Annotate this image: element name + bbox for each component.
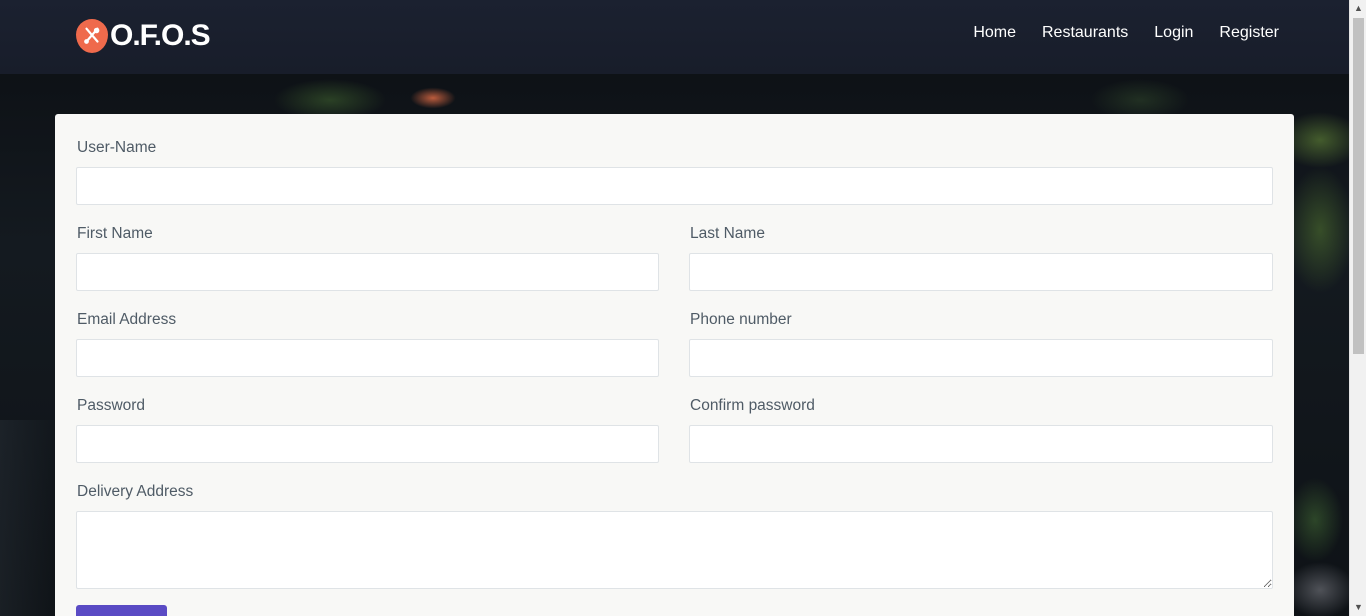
delivery-address-textarea[interactable]	[76, 511, 1273, 589]
nav-restaurants[interactable]: Restaurants	[1042, 24, 1128, 42]
site-header: O.F.O.S Home Restaurants Login Register	[0, 0, 1349, 74]
last-name-label: Last Name	[690, 225, 765, 242]
fork-spoon-icon	[76, 19, 108, 53]
username-label: User-Name	[77, 139, 157, 156]
triangle-down-icon[interactable]: ▼	[1350, 599, 1366, 616]
register-submit-button[interactable]	[76, 605, 167, 616]
brand-name: O.F.O.S	[110, 19, 211, 52]
phone-label: Phone number	[690, 311, 792, 328]
first-name-label: First Name	[77, 225, 153, 242]
registration-form: User-Name First Name Last Name Email Add…	[55, 114, 1294, 616]
nav-login[interactable]: Login	[1154, 24, 1193, 42]
email-input[interactable]	[76, 339, 659, 377]
username-input[interactable]	[76, 167, 1273, 205]
email-label: Email Address	[77, 311, 177, 328]
scroll-thumb[interactable]	[1353, 18, 1364, 354]
nav-register[interactable]: Register	[1219, 24, 1279, 42]
phone-input[interactable]	[689, 339, 1273, 377]
password-input[interactable]	[76, 425, 659, 463]
nav-home[interactable]: Home	[973, 24, 1016, 42]
page-scrollbar[interactable]: ▲ ▼	[1349, 0, 1366, 616]
brand-logo[interactable]: O.F.O.S	[76, 18, 211, 54]
triangle-up-icon[interactable]: ▲	[1350, 0, 1366, 17]
first-name-input[interactable]	[76, 253, 659, 291]
password-label: Password	[77, 397, 146, 414]
delivery-address-label: Delivery Address	[77, 483, 194, 500]
confirm-password-input[interactable]	[689, 425, 1273, 463]
last-name-input[interactable]	[689, 253, 1273, 291]
main-nav: Home Restaurants Login Register	[973, 24, 1279, 42]
confirm-password-label: Confirm password	[690, 397, 815, 414]
